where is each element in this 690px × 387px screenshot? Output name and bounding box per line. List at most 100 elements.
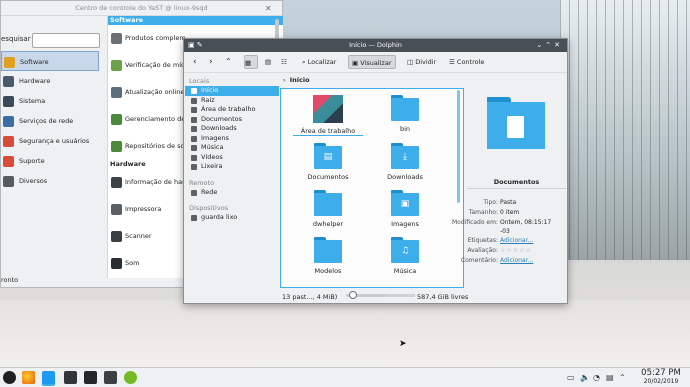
place-icon <box>191 116 197 123</box>
yast-module-label: Repositórios de so <box>125 142 185 150</box>
volume-icon[interactable]: 🔈 <box>580 373 590 382</box>
dolphin-task-icon[interactable] <box>42 371 55 386</box>
info-divider <box>467 188 566 189</box>
clock-time: 05:27 PM <box>641 368 681 378</box>
dividir-button[interactable]: ◫ Dividir <box>404 55 439 69</box>
wallpaper-snow <box>0 300 690 367</box>
info-value[interactable]: Adicionar... <box>500 236 533 245</box>
info-value: Ontem, 08:15:17 <box>500 219 552 226</box>
dolphin-statusbar: 13 past..., 4 MiB) 587,4 GiB livres <box>184 289 569 303</box>
window-controls[interactable]: ⌄⌃✕ <box>536 39 563 52</box>
file-item[interactable]: ⤓ Downloads <box>370 143 440 181</box>
places-panel: Locais Início Raiz Área de trabalho Document… <box>185 74 279 274</box>
compact-view-icon[interactable]: ▤ <box>262 55 274 69</box>
file-view[interactable]: Área de trabalho bin ▤ Documentos ⤓ Downloads… <box>280 88 464 288</box>
maximize-icon[interactable]: ⌃ <box>545 41 554 49</box>
place-item[interactable]: Área de trabalho <box>185 105 279 115</box>
repositories-icon <box>111 141 122 152</box>
yast-task-icon[interactable] <box>104 371 117 384</box>
file-item[interactable]: ♫ Música <box>370 237 440 275</box>
software-icon <box>4 57 15 68</box>
place-item[interactable]: Documentos <box>185 115 279 125</box>
icons-view-icon[interactable]: ▦ <box>244 55 258 69</box>
minimize-icon[interactable]: ⌄ <box>536 41 545 49</box>
app-launcher-icon[interactable] <box>3 371 16 384</box>
breadcrumb-item[interactable]: Início <box>290 76 310 84</box>
place-item[interactable]: Vídeos <box>185 153 279 163</box>
free-space: 587,4 GiB livres <box>417 293 469 301</box>
file-item[interactable]: Área de trabalho <box>293 95 363 136</box>
place-label: Documentos <box>201 114 243 123</box>
place-icon <box>191 126 197 132</box>
details-view-icon[interactable]: ☷ <box>278 55 290 69</box>
place-label: Música <box>201 143 224 151</box>
network-icon[interactable]: ▤ <box>606 373 614 382</box>
info-row: Tipo: Pasta <box>467 198 566 207</box>
place-icon <box>191 145 197 151</box>
place-item[interactable]: Início <box>185 86 279 96</box>
place-item[interactable]: Música <box>185 143 279 153</box>
yast-close-icon[interactable]: ✕ <box>265 2 272 16</box>
info-value[interactable]: ☆☆☆☆☆ <box>500 246 532 255</box>
yast-module-label: Gerenciamento de <box>125 115 186 123</box>
documents-folder-preview <box>487 97 545 149</box>
zoom-slider[interactable] <box>346 291 386 299</box>
file-item-label: Imagens <box>391 220 419 228</box>
place-item[interactable]: Raiz <box>185 96 279 106</box>
folder-icon: ⤓ <box>391 143 419 169</box>
place-item[interactable]: Imagens <box>185 134 279 144</box>
file-item[interactable]: ▤ Documentos <box>293 143 363 181</box>
yast-category-label: Hardware <box>19 77 51 85</box>
file-item[interactable]: dwhelper <box>293 190 363 228</box>
printer-icon <box>111 204 122 215</box>
yast-category-serviços-de-rede[interactable]: Serviços de rede <box>1 111 99 131</box>
file-item[interactable]: bin <box>370 95 440 133</box>
localizar-button[interactable]: ⌕ Localizar <box>299 55 339 69</box>
space-bar <box>385 294 415 297</box>
info-key: Etiquetas: <box>467 237 498 244</box>
firefox-icon[interactable] <box>22 371 35 384</box>
place-label: guarda lixo <box>201 213 238 221</box>
file-view-scrollbar[interactable] <box>457 90 460 203</box>
wifi-icon[interactable]: ◔ <box>593 373 600 382</box>
yast-category-software[interactable]: Software <box>1 51 99 71</box>
yast-category-hardware[interactable]: Hardware <box>1 71 99 91</box>
terminal-icon[interactable] <box>64 371 77 384</box>
dolphin-toolbar: ‹ › ⌃ ▦ ▤ ☷ ⌕ Localizar ▣ Visualizar ◫ D… <box>184 52 567 73</box>
info-value[interactable]: Adicionar... <box>500 256 533 265</box>
info-row: -03 <box>467 227 566 236</box>
controle-button[interactable]: ☰ Controle <box>446 55 487 69</box>
place-item[interactable]: Lixeira <box>185 162 279 172</box>
yast-module-label: Informação de har <box>125 178 185 186</box>
file-item[interactable]: Modelos <box>293 237 363 275</box>
back-icon[interactable]: ‹ <box>190 55 200 69</box>
info-name: Documentos <box>493 178 540 186</box>
yast-category-segurança-e-usuários[interactable]: Segurança e usuários <box>1 131 99 151</box>
yast-category-suporte[interactable]: Suporte <box>1 151 99 171</box>
visualizar-button[interactable]: ▣ Visualizar <box>348 55 396 69</box>
place-item[interactable]: Downloads <box>185 124 279 134</box>
up-icon[interactable]: ⌃ <box>222 55 235 69</box>
close-icon[interactable]: ✕ <box>554 41 563 49</box>
breadcrumb[interactable]: › Início <box>283 75 310 85</box>
file-item[interactable]: ▣ Imagens <box>370 190 440 228</box>
clock-date: 20/02/2019 <box>643 378 679 385</box>
place-item[interactable]: guarda lixo <box>185 213 279 223</box>
zoom-slider-handle[interactable] <box>349 291 358 299</box>
clipboard-icon[interactable]: ▭ <box>567 373 575 382</box>
forward-icon[interactable]: › <box>206 55 216 69</box>
yast-category-sistema[interactable]: Sistema <box>1 91 99 111</box>
dolphin-titlebar[interactable]: ▣ ✎ Início — Dolphin ⌄⌃✕ <box>184 39 567 52</box>
clock[interactable]: 05:27 PM 20/02/2019 <box>634 368 688 386</box>
expand-tray-icon[interactable]: ⌃ <box>619 373 626 382</box>
yast-titlebar[interactable]: Centro de controle do YaST @ linux-9sqd … <box>1 1 282 16</box>
place-item[interactable]: Rede <box>185 188 279 198</box>
yast-category-diversos[interactable]: Diversos <box>1 171 99 191</box>
pin-icon[interactable]: ▣ ✎ <box>188 39 203 52</box>
opensuse-icon[interactable] <box>124 371 137 384</box>
dolphin-title: Início — Dolphin <box>349 41 402 49</box>
scanner-icon <box>111 231 122 242</box>
yast-search-input[interactable] <box>32 33 100 48</box>
yast-category-label: Software <box>20 58 49 66</box>
konsole-icon[interactable] <box>84 371 97 384</box>
